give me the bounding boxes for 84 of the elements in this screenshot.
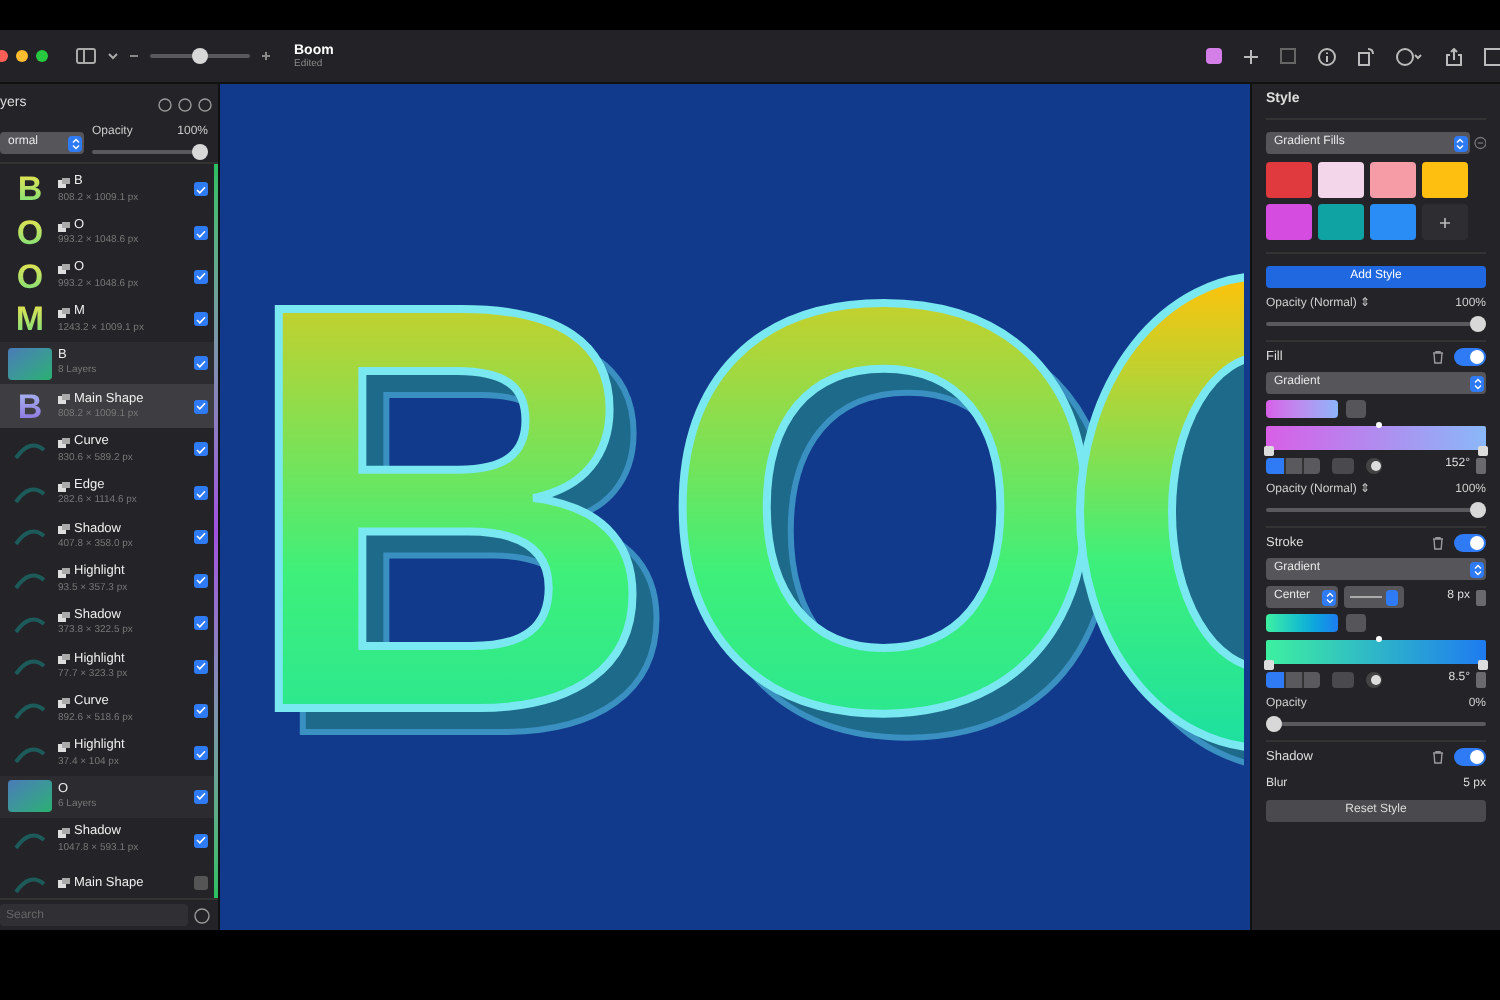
shape-icon	[58, 524, 70, 535]
shape-icon	[58, 654, 70, 665]
toggle-switch[interactable]	[1454, 534, 1486, 552]
visibility-checkbox[interactable]	[194, 529, 208, 544]
trash-icon[interactable]	[1432, 536, 1444, 550]
plus-icon[interactable]	[1244, 49, 1258, 63]
shape-icon	[58, 394, 70, 405]
add-swatch-button[interactable]	[1422, 204, 1468, 240]
stepper-icon[interactable]	[1476, 589, 1486, 605]
angle-dial-icon[interactable]	[1366, 457, 1382, 473]
trash-icon[interactable]	[1432, 350, 1444, 364]
plus-icon	[1440, 217, 1450, 227]
fill-type-segmented-control[interactable]	[1266, 457, 1320, 473]
fill-type-segmented-control[interactable]	[1266, 671, 1320, 687]
image-icon[interactable]	[1280, 48, 1296, 64]
stepper-icon[interactable]	[1476, 671, 1486, 687]
filter-icon[interactable]	[194, 907, 210, 923]
shape-icon	[58, 177, 70, 188]
rotate-icon[interactable]	[1358, 47, 1374, 65]
group-thumbnail	[8, 780, 52, 813]
trash-icon[interactable]	[1432, 750, 1444, 764]
angle-dial-icon[interactable]	[1366, 671, 1382, 687]
visibility-checkbox[interactable]	[194, 182, 208, 197]
stepper-icon[interactable]	[1476, 457, 1486, 473]
visibility-checkbox[interactable]	[194, 659, 208, 674]
visibility-checkbox[interactable]	[194, 399, 208, 414]
shape-icon	[58, 878, 70, 889]
visibility-checkbox[interactable]	[194, 876, 208, 891]
color-picker-icon[interactable]	[1206, 48, 1222, 64]
style-swatch[interactable]	[1266, 162, 1312, 198]
visibility-checkbox[interactable]	[194, 789, 208, 804]
group-thumbnail	[8, 347, 52, 380]
share-icon[interactable]	[1446, 47, 1462, 65]
visibility-checkbox[interactable]	[194, 616, 208, 631]
zoom-button[interactable]	[36, 50, 48, 62]
shape-icon	[58, 221, 70, 232]
gradient-swatch[interactable]	[1266, 400, 1338, 418]
shape-icon	[58, 828, 70, 839]
shape-icon	[58, 568, 70, 579]
slider-thumb[interactable]	[1470, 502, 1486, 518]
minus-circle-icon[interactable]	[1473, 136, 1486, 150]
slider-thumb[interactable]	[192, 48, 208, 64]
shape-icon	[58, 611, 70, 622]
toggle-switch[interactable]	[1454, 348, 1486, 366]
shape-icon	[58, 264, 70, 275]
more-icon[interactable]	[1396, 47, 1424, 65]
info-icon[interactable]	[1318, 47, 1336, 65]
visibility-checkbox[interactable]	[194, 833, 208, 848]
slider-thumb[interactable]	[1266, 716, 1282, 732]
visibility-checkbox[interactable]	[194, 356, 208, 371]
shape-icon	[58, 698, 70, 709]
sidebar-icon[interactable]	[76, 48, 96, 64]
stepper-icon	[1470, 375, 1484, 391]
toggle-switch[interactable]	[1454, 748, 1486, 766]
visibility-checkbox[interactable]	[194, 442, 208, 457]
visibility-checkbox[interactable]	[194, 312, 208, 327]
shape-icon	[58, 481, 70, 492]
shape-icon	[58, 437, 70, 448]
slider-thumb[interactable]	[192, 144, 208, 160]
slider-thumb[interactable]	[1470, 316, 1486, 332]
minimize-button[interactable]	[16, 50, 28, 62]
style-swatch[interactable]	[1266, 204, 1312, 240]
dash-style-dropdown[interactable]	[1344, 586, 1404, 608]
style-swatch[interactable]	[1370, 162, 1416, 198]
panel-icon[interactable]	[1484, 47, 1500, 65]
visibility-checkbox[interactable]	[194, 226, 208, 241]
visibility-checkbox[interactable]	[194, 486, 208, 501]
stepper-icon	[1322, 589, 1336, 605]
visibility-checkbox[interactable]	[194, 269, 208, 284]
style-swatch[interactable]	[1422, 162, 1468, 198]
zoom-in-icon[interactable]	[262, 52, 270, 60]
style-swatch[interactable]	[1370, 204, 1416, 240]
chevron-down-icon[interactable]	[108, 52, 118, 60]
style-swatch[interactable]	[1318, 204, 1364, 240]
stepper-icon	[1453, 135, 1468, 151]
shape-icon	[58, 307, 70, 318]
visibility-checkbox[interactable]	[194, 746, 208, 761]
visibility-checkbox[interactable]	[194, 573, 208, 588]
shape-icon	[58, 741, 70, 752]
stepper-icon	[68, 135, 82, 151]
gradient-swatch[interactable]	[1266, 614, 1338, 632]
style-swatch[interactable]	[1318, 162, 1364, 198]
stepper-icon	[1470, 561, 1484, 577]
visibility-checkbox[interactable]	[194, 703, 208, 718]
